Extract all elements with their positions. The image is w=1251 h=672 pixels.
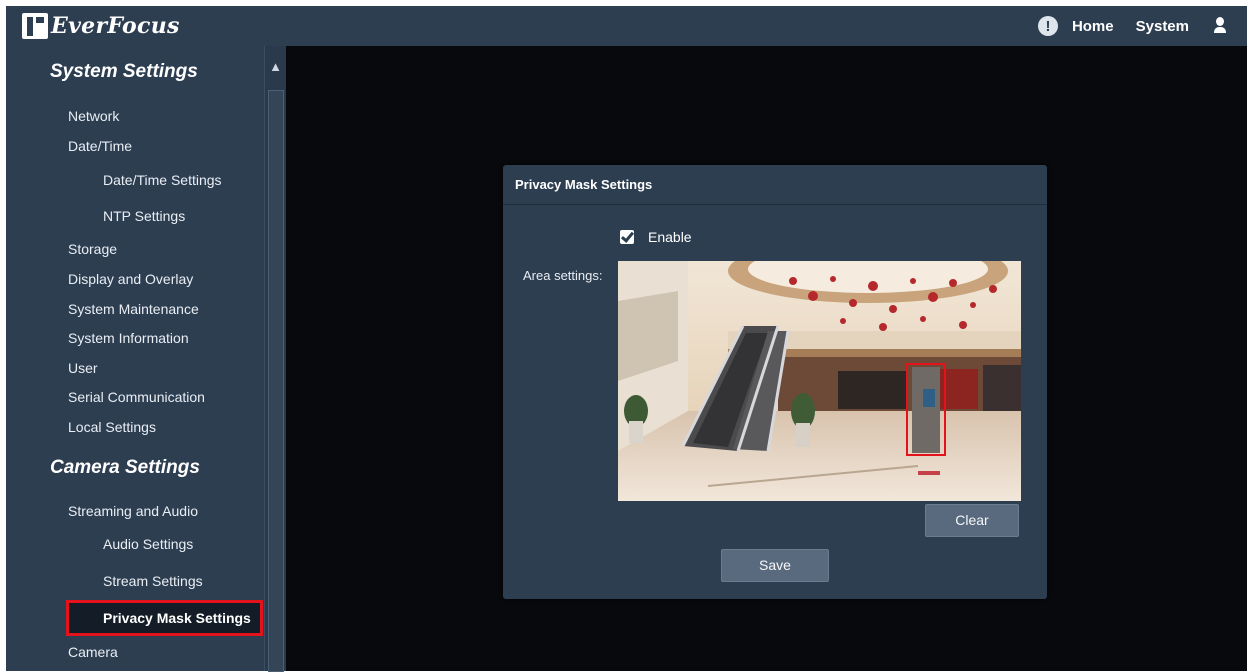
sidebar-item-storage[interactable]: Storage [68, 241, 117, 257]
enable-checkbox[interactable] [620, 230, 634, 244]
nav-home-link[interactable]: Home [1072, 18, 1114, 35]
area-settings-label: Area settings: [523, 268, 603, 283]
sidebar-item-streaming-audio[interactable]: Streaming and Audio [68, 503, 198, 519]
sidebar-scrollbar[interactable]: ▲ [264, 46, 286, 672]
save-button[interactable]: Save [721, 549, 829, 582]
sidebar-item-audio-settings[interactable]: Audio Settings [103, 536, 193, 552]
top-nav: ! Home System [1037, 6, 1229, 46]
sidebar-item-user[interactable]: User [68, 360, 98, 376]
brand-logo[interactable]: EverFocus [22, 12, 180, 40]
user-icon[interactable] [1211, 17, 1229, 35]
sidebar-item-ntp-settings[interactable]: NTP Settings [103, 208, 185, 224]
logo-icon [22, 13, 48, 39]
sidebar-item-local-settings[interactable]: Local Settings [68, 419, 156, 435]
sidebar: System Settings Network Date/Time Date/T… [6, 46, 264, 671]
sidebar-item-date-time[interactable]: Date/Time [68, 138, 132, 154]
camera-preview[interactable] [618, 261, 1021, 501]
sidebar-item-date-time-settings[interactable]: Date/Time Settings [103, 172, 222, 188]
scrollbar-thumb[interactable] [268, 90, 284, 672]
chevron-up-icon[interactable]: ▲ [265, 46, 286, 86]
app-window: EverFocus ! Home System System Settings … [6, 6, 1247, 672]
clear-button[interactable]: Clear [925, 504, 1019, 537]
alert-icon[interactable]: ! [1037, 16, 1058, 36]
nav-system-link[interactable]: System [1136, 18, 1189, 35]
sidebar-item-stream-settings[interactable]: Stream Settings [103, 573, 203, 589]
sidebar-item-network[interactable]: Network [68, 108, 119, 124]
section-title-camera: Camera Settings [50, 457, 200, 478]
sidebar-item-privacy-mask-settings[interactable]: Privacy Mask Settings [66, 600, 263, 636]
sidebar-item-serial-communication[interactable]: Serial Communication [68, 389, 205, 405]
enable-row: Enable [620, 229, 692, 245]
sidebar-item-display-overlay[interactable]: Display and Overlay [68, 271, 193, 287]
sidebar-item-system-maintenance[interactable]: System Maintenance [68, 301, 199, 317]
dialog-title: Privacy Mask Settings [503, 165, 1047, 205]
privacy-mask-dialog: Privacy Mask Settings Enable Area settin… [503, 165, 1047, 599]
enable-label: Enable [648, 229, 692, 245]
section-title-system: System Settings [50, 61, 198, 82]
brand-name: EverFocus [51, 13, 180, 39]
top-bar: EverFocus ! Home System [6, 6, 1247, 46]
sidebar-item-camera[interactable]: Camera [68, 644, 118, 660]
sidebar-item-system-information[interactable]: System Information [68, 330, 189, 346]
